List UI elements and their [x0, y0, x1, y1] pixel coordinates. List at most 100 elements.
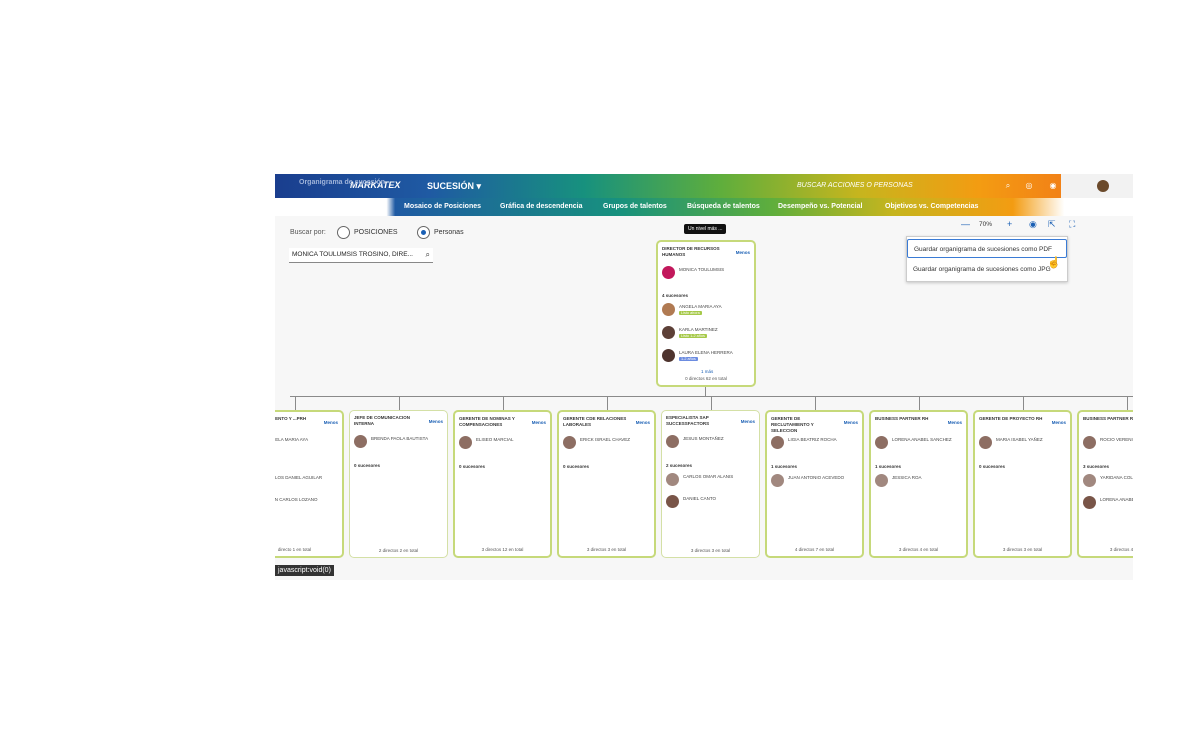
holder-name: BRENDA PAOLA BAUTISTA	[371, 436, 429, 441]
card-menu-link[interactable]: Menos	[948, 420, 962, 425]
holder[interactable]: LORENA ANABEL SANCHEZ	[875, 436, 966, 452]
avatar	[662, 303, 675, 316]
card-menu-link[interactable]: Menos	[844, 420, 858, 425]
holder-name: MONICA TOULUMSIS	[679, 267, 725, 272]
position-card[interactable]: GERENTE DE RECLUTAMIENTO Y SELECCION Meno…	[765, 410, 864, 558]
tab-grupos[interactable]: Grupos de talentos	[603, 203, 667, 210]
card-title: JEFE DE COMUNICACION INTERNA	[354, 415, 411, 426]
holder-name: ERICK ISRAEL CHAVEZ	[580, 437, 631, 442]
tab-objetivos[interactable]: Objetivos vs. Competencias	[885, 203, 978, 210]
successor[interactable]: ...RLOS DANIEL AGUILAR	[275, 474, 342, 490]
holder[interactable]: ERICK ISRAEL CHAVEZ	[563, 436, 654, 452]
holder[interactable]: BRENDA PAOLA BAUTISTA	[354, 435, 447, 451]
card-footer: 3 directos 3 en total	[690, 548, 731, 553]
notifications-icon[interactable]: ◉	[1048, 181, 1058, 191]
tab-desempeno[interactable]: Desempeño vs. Potencial	[778, 203, 862, 210]
avatar	[979, 436, 992, 449]
successor[interactable]: LAURA ELENA HERRERA 1-2 años	[662, 349, 754, 365]
successors-count: 3 sucesores	[1083, 464, 1110, 469]
successors-count: 0 sucesores	[979, 464, 1006, 469]
successors-count: 0 sucesores	[563, 464, 590, 469]
zoom-out-icon[interactable]: —	[961, 219, 970, 229]
view-icon[interactable]: ◉	[1029, 219, 1037, 230]
readiness-badge: Listo 1-2 años	[679, 334, 707, 338]
connector-line	[1126, 396, 1128, 410]
card-menu-link[interactable]: Menos	[324, 420, 338, 425]
search-icon[interactable]: ⌕	[1003, 181, 1013, 191]
search-input[interactable]: MONICA TOULUMSIS TROSINO, DIRE...	[292, 251, 413, 258]
radio-positions-label[interactable]: POSICIONES	[354, 229, 398, 236]
show-more-link[interactable]: 1 más	[701, 369, 713, 374]
successor[interactable]: KARLA MARTINEZ Listo 1-2 años	[662, 326, 754, 342]
card-menu-link[interactable]: Menos	[1052, 420, 1066, 425]
avatar	[875, 436, 888, 449]
holder[interactable]: MARIA ISABEL YAÑEZ	[979, 436, 1070, 452]
position-card[interactable]: GERENTE CDE RELACIONES LABORALES Menos ERI…	[557, 410, 656, 558]
save-image-menu-item[interactable]: Guardar organigrama de sucesiones como J…	[907, 260, 1067, 279]
successor[interactable]: DANIEL CANTO	[666, 495, 759, 511]
readiness-badge: Listo ahora	[679, 311, 702, 315]
holder[interactable]: JESUS MONTAÑEZ	[666, 435, 759, 451]
tab-mosaico[interactable]: Mosaico de Posiciones	[404, 203, 481, 210]
avatar	[666, 473, 679, 486]
successor-name: LORENA ANABE...	[1100, 497, 1133, 502]
tab-organigrama[interactable]: Organigrama de sucesión	[299, 179, 385, 186]
radio-positions[interactable]	[337, 226, 350, 239]
more-level-button[interactable]: Un nivel más ...	[684, 224, 727, 234]
card-menu-link[interactable]: Menos	[636, 420, 650, 425]
avatar	[1083, 436, 1096, 449]
holder[interactable]: LIGIA BEATRIZ ROCHA	[771, 436, 862, 452]
zoom-in-icon[interactable]: +	[1007, 219, 1012, 229]
card-menu-link[interactable]: Menos	[741, 419, 755, 424]
successor-name: KARLA MARTINEZ	[679, 327, 718, 332]
card-menu-link[interactable]: Menos	[429, 419, 443, 424]
successor-name: ANGELA MARIA AYA	[679, 304, 722, 309]
successor[interactable]: JESSICA ROA	[875, 474, 966, 490]
fullscreen-icon[interactable]: ⛶	[1069, 219, 1075, 230]
holder[interactable]: ELISEO MARCIAL	[459, 436, 550, 452]
card-title: ... CDE TALENTO Y ...PRH ROLA	[275, 416, 307, 421]
export-icon[interactable]: ⇱	[1048, 219, 1056, 230]
position-card[interactable]: ... CDE TALENTO Y ...PRH ROLA Menos ...GEL…	[275, 410, 344, 558]
connector-line	[918, 396, 920, 410]
position-card[interactable]: GERENTE DE PROYECTO RH Menos MARIA ISABEL …	[973, 410, 1072, 558]
successor[interactable]: JUAN ANTONIO ACEVEDO	[771, 474, 862, 490]
successor[interactable]: ...AN CARLOS LOZANO	[275, 496, 342, 512]
card-menu-link[interactable]: Menos	[736, 250, 750, 255]
tab-grafica[interactable]: Gráfica de descendencia	[500, 203, 582, 210]
shell-search-label[interactable]: BUSCAR ACCIONES O PERSONAS	[797, 182, 913, 189]
zoom-toolbar: — 70% + ◉ ⇱ ⛶	[961, 218, 1086, 232]
product-menu[interactable]: SUCESIÓN ▾	[427, 181, 481, 192]
tab-busqueda[interactable]: Búsqueda de talentos	[687, 203, 760, 210]
position-card[interactable]: ESPECIALISTA SAP SUCCESSFACTORS Menos JESU…	[661, 410, 760, 558]
radio-people-label[interactable]: Personas	[434, 229, 464, 236]
search-field[interactable]: MONICA TOULUMSIS TROSINO, DIRE... ⌕	[289, 248, 433, 263]
zoom-level: 70%	[979, 221, 993, 228]
holder[interactable]: MONICA TOULUMSIS	[662, 266, 754, 282]
top-position-card[interactable]: DIRECTOR DE RECURSOS HUMANOS Menos MONIC…	[656, 240, 756, 387]
search-field-icon[interactable]: ⌕	[426, 250, 430, 260]
position-card[interactable]: JEFE DE COMUNICACION INTERNA Menos BRENDA …	[349, 410, 448, 558]
save-pdf-menu-item[interactable]: Guardar organigrama de sucesiones como P…	[907, 239, 1067, 258]
card-title: DIRECTOR DE RECURSOS HUMANOS	[662, 246, 720, 257]
holder[interactable]: ...GELA MARIA AYA	[275, 436, 342, 452]
card-menu-link[interactable]: Menos	[532, 420, 546, 425]
position-card[interactable]: BUSINESS PARTNER RH Menos LORENA ANABEL SA…	[869, 410, 968, 558]
successor[interactable]: CARLOS OMAR ALANIS	[666, 473, 759, 489]
successor[interactable]: ANGELA MARIA AYA Listo ahora	[662, 303, 754, 319]
successor[interactable]: YARIDANA COL...	[1083, 474, 1133, 490]
avatar	[771, 436, 784, 449]
connector-line	[814, 396, 816, 410]
card-title: GERENTE DE RECLUTAMIENTO Y SELECCION	[771, 416, 814, 433]
holder-name: JESUS MONTAÑEZ	[683, 436, 724, 441]
app-window: MARKATEX SUCESIÓN ▾ BUSCAR ACCIONES O PE…	[275, 174, 1133, 580]
position-card[interactable]: BUSINESS PARTNER RH ROCIO VERENI... 3 suce…	[1077, 410, 1133, 558]
radio-people[interactable]	[417, 226, 430, 239]
holder[interactable]: ROCIO VERENI...	[1083, 436, 1133, 452]
user-avatar[interactable]	[1097, 180, 1109, 192]
avatar	[875, 474, 888, 487]
position-card[interactable]: GERENTE DE NOMINAS Y COMPENSACIONES Menos…	[453, 410, 552, 558]
successor[interactable]: LORENA ANABE...	[1083, 496, 1133, 512]
status-bar: javascript:void(0)	[275, 565, 334, 576]
check-circle-icon[interactable]: ◎	[1024, 181, 1034, 191]
